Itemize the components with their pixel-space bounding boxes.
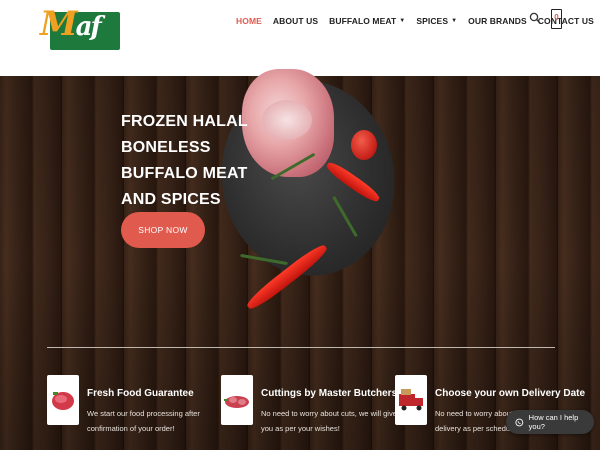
delivery-truck-icon (395, 375, 427, 425)
logo-text: Maf (40, 4, 102, 44)
tomato-image (351, 130, 377, 160)
fresh-meat-icon (47, 375, 79, 425)
feature-title: Choose your own Delivery Date (435, 388, 586, 399)
meat-highlight (262, 100, 312, 140)
whatsapp-icon (515, 418, 524, 426)
shop-now-button[interactable]: SHOP NOW (121, 212, 205, 248)
search-icon[interactable] (529, 12, 541, 24)
nav-item-buffalo-meat[interactable]: BUFFALO MEAT ▼ (329, 16, 405, 26)
nav-item-our-brands[interactable]: OUR BRANDS (468, 16, 527, 26)
cut-meat-icon (221, 375, 253, 425)
chevron-down-icon: ▼ (451, 18, 458, 24)
feature-description: No need to worry about cuts, we will giv… (261, 409, 397, 433)
cart-icon[interactable]: 0 (551, 9, 562, 29)
nav-item-home[interactable]: HOME (236, 16, 262, 26)
divider (47, 347, 555, 348)
feature-title: Fresh Food Guarantee (87, 388, 194, 399)
feature-description: We start our food processing after confi… (87, 409, 200, 433)
site-header: Maf HOME ABOUT US BUFFALO MEAT ▼ SPICES ▼ … (0, 0, 600, 76)
main-nav: HOME ABOUT US BUFFALO MEAT ▼ SPICES ▼ OUR … (236, 16, 600, 26)
nav-item-contact-us[interactable]: CONTACT US (538, 16, 594, 26)
logo[interactable]: Maf (40, 4, 120, 54)
chevron-down-icon: ▼ (399, 18, 406, 24)
hero-title: FROZEN HALAL BONELESS BUFFALO MEAT AND S… (121, 113, 248, 208)
nav-item-spices[interactable]: SPICES ▼ (416, 16, 457, 26)
chat-widget-button[interactable]: How can I help you? (506, 410, 594, 434)
cart-count: 0 (554, 13, 559, 22)
nav-item-about-us[interactable]: ABOUT US (273, 16, 318, 26)
chat-label: How can I help you? (528, 413, 579, 431)
feature-title: Cuttings by Master Butchers (261, 388, 398, 399)
